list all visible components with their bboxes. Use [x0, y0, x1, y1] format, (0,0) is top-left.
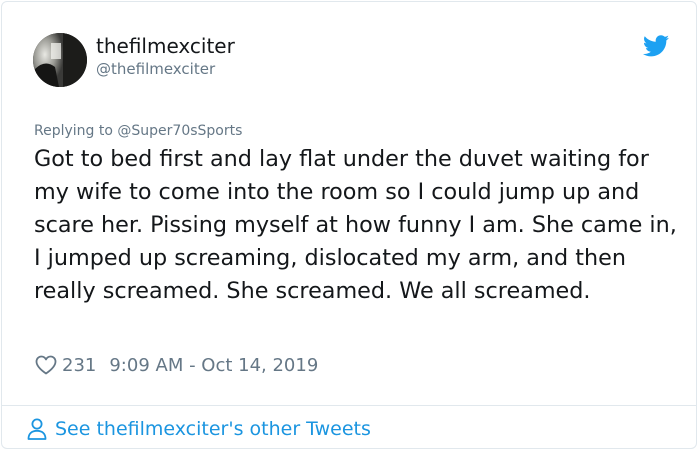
- twitter-bird-icon[interactable]: [643, 35, 669, 57]
- see-other-tweets-label: See thefilmexciter's other Tweets: [55, 418, 371, 440]
- avatar[interactable]: [33, 33, 87, 87]
- reply-mention-link[interactable]: @Super70sSports: [117, 123, 242, 139]
- see-other-tweets-link[interactable]: See thefilmexciter's other Tweets: [26, 416, 371, 442]
- replying-to-label: Replying to: [34, 123, 118, 139]
- avatar-image: [33, 33, 87, 87]
- heart-icon[interactable]: [34, 353, 58, 377]
- tweet-meta: 231 9:09 AM - Oct 14, 2019: [34, 352, 318, 378]
- tweet-text: Got to bed first and lay flat under the …: [34, 146, 677, 304]
- user-handle[interactable]: @thefilmexciter: [96, 59, 215, 79]
- like-count[interactable]: 231: [62, 355, 96, 376]
- footer-divider: [2, 405, 696, 406]
- replying-to: Replying to @Super70sSports: [34, 121, 242, 141]
- tweet-card: thefilmexciter @thefilmexciter Replying …: [1, 1, 697, 449]
- tweet-timestamp[interactable]: 9:09 AM - Oct 14, 2019: [109, 355, 318, 376]
- person-icon: [27, 418, 47, 440]
- display-name[interactable]: thefilmexciter: [96, 33, 235, 59]
